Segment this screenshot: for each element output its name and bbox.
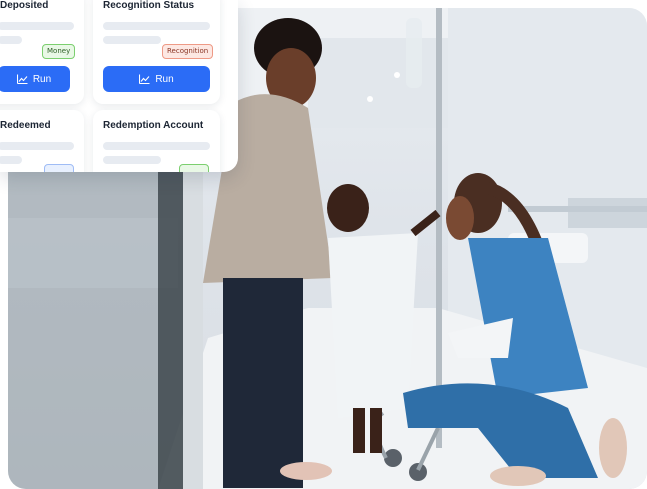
run-button-label: Run	[32, 73, 52, 85]
recognition-tag: Recognition	[162, 44, 214, 59]
card-title: Redemption Account	[103, 120, 204, 131]
placeholder-line	[103, 142, 210, 150]
run-button[interactable]: Run	[0, 66, 70, 92]
placeholder-line	[0, 156, 22, 164]
placeholder-line	[0, 142, 74, 150]
placeholder-line	[0, 36, 22, 44]
run-button-label: Run	[155, 73, 174, 85]
report-cards-panel: Deposited Money Run Recognition Status R…	[0, 0, 238, 172]
placeholder-line	[103, 22, 210, 30]
placeholder-line	[103, 156, 161, 164]
money-tag: Money	[42, 44, 76, 59]
redeemed-card: Redeemed	[0, 110, 84, 172]
tag-partial	[44, 164, 74, 172]
line-chart-icon	[139, 74, 150, 84]
card-title: Deposited	[0, 0, 49, 11]
recognition-status-card: Recognition Status Recognition Run	[93, 0, 220, 104]
card-title: Recognition Status	[103, 0, 195, 11]
line-chart-icon	[16, 74, 28, 84]
placeholder-line	[0, 22, 74, 30]
tag-partial	[179, 164, 209, 172]
card-title: Redeemed	[0, 120, 51, 131]
run-button[interactable]: Run	[103, 66, 210, 92]
redemption-account-card: Redemption Account	[93, 110, 220, 172]
deposited-card: Deposited Money Run	[0, 0, 84, 104]
placeholder-line	[103, 36, 161, 44]
